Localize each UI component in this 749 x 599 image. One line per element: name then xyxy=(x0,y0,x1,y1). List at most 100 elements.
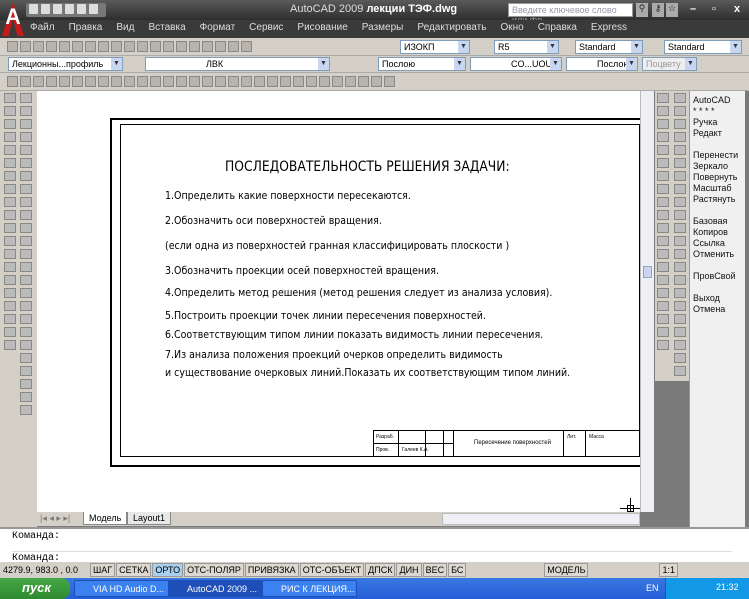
menu-window[interactable]: Окно xyxy=(500,22,523,38)
tool-icon[interactable] xyxy=(98,76,109,87)
start-button[interactable]: пуск xyxy=(0,578,70,599)
key-icon[interactable]: ⚷ xyxy=(652,3,664,17)
toggle-ducs[interactable]: ДПСК xyxy=(365,563,396,577)
layer-select[interactable]: ЛВК xyxy=(145,57,330,71)
toggle-osnap[interactable]: ПРИВЯЗКА xyxy=(244,563,299,577)
tool-icon[interactable] xyxy=(319,76,330,87)
toggle-polar[interactable]: ОТС-ПОЛЯР xyxy=(184,563,244,577)
redo-icon[interactable] xyxy=(150,41,161,52)
menu-view[interactable]: Вид xyxy=(116,22,134,38)
linetype-select[interactable]: CO...UOUS xyxy=(470,57,562,71)
save-icon[interactable] xyxy=(53,4,62,14)
vertical-scrollbar[interactable] xyxy=(640,91,654,512)
search-input[interactable]: Введите ключевое слово или фр xyxy=(508,3,633,25)
tool-icon[interactable] xyxy=(228,76,239,87)
panel-item[interactable]: AutoCAD xyxy=(693,95,742,106)
panel-item[interactable]: * * * * xyxy=(693,106,742,117)
zoom-previous-icon[interactable] xyxy=(202,41,213,52)
panel-item-rotate[interactable]: Повернуть xyxy=(693,172,742,183)
dimension-tools-column[interactable] xyxy=(674,93,689,376)
panel-item-copy[interactable]: Копиров xyxy=(693,227,742,238)
text-style-select[interactable]: ИЗОКП xyxy=(400,40,470,54)
help-icon[interactable] xyxy=(241,41,252,52)
print-icon[interactable] xyxy=(65,4,74,14)
tool-icon[interactable] xyxy=(345,76,356,87)
tool-icon[interactable] xyxy=(306,76,317,87)
menu-tools[interactable]: Сервис xyxy=(249,22,283,38)
tool-icon[interactable] xyxy=(280,76,291,87)
tool-icon[interactable] xyxy=(85,76,96,87)
zoom-icon[interactable] xyxy=(176,41,187,52)
tool-icon[interactable] xyxy=(46,76,57,87)
panel-item-undo[interactable]: Отменить xyxy=(693,249,742,260)
toggle-snap[interactable]: ШАГ xyxy=(90,563,116,577)
tool-icon[interactable] xyxy=(332,76,343,87)
menu-draw[interactable]: Рисование xyxy=(297,22,347,38)
panel-item-exit[interactable]: Выход xyxy=(693,293,742,304)
paste-icon[interactable] xyxy=(111,41,122,52)
save-icon[interactable] xyxy=(33,41,44,52)
tool-icon[interactable] xyxy=(202,76,213,87)
color-select[interactable]: Послою xyxy=(378,57,466,71)
tab-layout1[interactable]: Layout1 xyxy=(127,512,172,525)
tool-icon[interactable] xyxy=(72,76,83,87)
modify-tools-column[interactable] xyxy=(20,93,35,415)
tool-icon[interactable] xyxy=(124,76,135,87)
properties-icon[interactable] xyxy=(215,41,226,52)
workspace-select[interactable]: Лекционны...профиль xyxy=(8,57,123,71)
tool-icon[interactable] xyxy=(111,76,122,87)
menu-help[interactable]: Справка xyxy=(538,22,577,38)
plotstyle-select[interactable]: Поцвету xyxy=(642,57,697,71)
new-icon[interactable] xyxy=(7,41,18,52)
new-icon[interactable] xyxy=(29,4,38,14)
draw-tools-column[interactable] xyxy=(4,93,19,350)
toggle-ortho[interactable]: ОРТО xyxy=(152,563,184,577)
cut-icon[interactable] xyxy=(85,41,96,52)
toggle-lweight[interactable]: ВЕС xyxy=(422,563,448,577)
match-icon[interactable] xyxy=(124,41,135,52)
maximize-button[interactable]: ▫ xyxy=(712,3,716,15)
tool-icon[interactable] xyxy=(7,76,18,87)
menu-file[interactable]: Файл xyxy=(30,22,55,38)
table-style-select[interactable]: Standard xyxy=(575,40,643,54)
tool-icon[interactable] xyxy=(176,76,187,87)
tool-icon[interactable] xyxy=(59,76,70,87)
undo-icon[interactable] xyxy=(137,41,148,52)
task-autocad[interactable]: AutoCAD 2009 ... xyxy=(168,580,263,597)
menu-dimension[interactable]: Размеры xyxy=(362,22,404,38)
tool-icon[interactable] xyxy=(150,76,161,87)
mleader-style-select[interactable]: Standard xyxy=(664,40,742,54)
open-icon[interactable] xyxy=(41,4,50,14)
copy-icon[interactable] xyxy=(98,41,109,52)
close-button[interactable]: x xyxy=(734,3,740,15)
language-indicator[interactable]: EN xyxy=(646,583,659,593)
annotation-scale[interactable]: 1:1 xyxy=(659,563,678,577)
pan-icon[interactable] xyxy=(163,41,174,52)
scroll-thumb[interactable] xyxy=(643,266,652,278)
publish-icon[interactable] xyxy=(72,41,83,52)
panel-item-base[interactable]: Базовая xyxy=(693,216,742,227)
open-icon[interactable] xyxy=(20,41,31,52)
tool-icon[interactable] xyxy=(20,76,31,87)
tool-icon[interactable] xyxy=(137,76,148,87)
tool-icon[interactable] xyxy=(254,76,265,87)
zoom-window-icon[interactable] xyxy=(189,41,200,52)
tool-icon[interactable] xyxy=(267,76,278,87)
undo-icon[interactable] xyxy=(77,4,86,14)
command-window[interactable]: Команда: Команда: xyxy=(0,527,749,564)
task-via-audio[interactable]: VIA HD Audio D... xyxy=(74,580,169,597)
osnap-tools-column[interactable] xyxy=(657,93,672,350)
search-icon[interactable]: ⚲ xyxy=(636,3,648,17)
quick-access-toolbar[interactable] xyxy=(26,3,106,17)
toggle-qp[interactable]: БС xyxy=(448,563,467,577)
horizontal-scrollbar[interactable] xyxy=(442,513,640,525)
panel-item-cancel[interactable]: Отмена xyxy=(693,304,742,315)
tool-icon[interactable] xyxy=(358,76,369,87)
toggle-grid[interactable]: СЕТКА xyxy=(116,563,152,577)
menu-edit[interactable]: Правка xyxy=(69,22,103,38)
tool-icon[interactable] xyxy=(371,76,382,87)
menu-format[interactable]: Формат xyxy=(200,22,236,38)
panel-item-stretch[interactable]: Растянуть xyxy=(693,194,742,205)
tool-icon[interactable] xyxy=(384,76,395,87)
tool-icon[interactable] xyxy=(293,76,304,87)
